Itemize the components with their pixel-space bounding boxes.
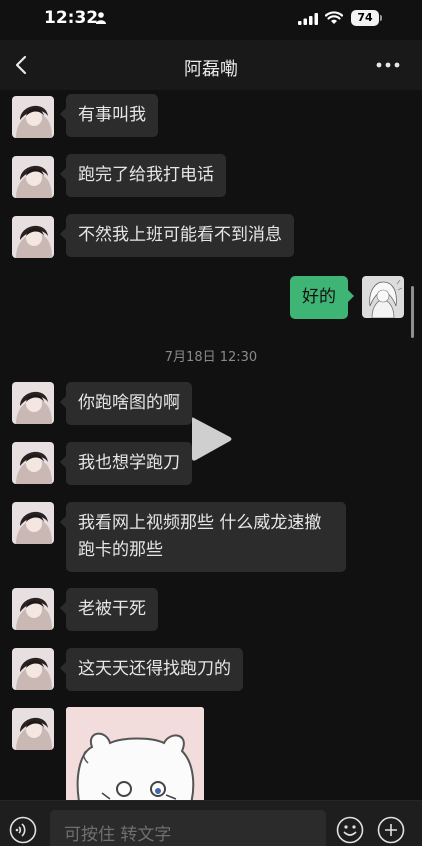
contact-avatar[interactable] xyxy=(12,216,54,258)
sticker-image[interactable] xyxy=(66,707,204,800)
nav-bar: 阿磊嘞 xyxy=(0,40,422,90)
contact-avatar[interactable] xyxy=(12,588,54,630)
status-bar: 12:32 74 xyxy=(0,0,422,40)
play-icon[interactable] xyxy=(188,414,234,464)
battery-tip xyxy=(380,15,382,21)
contact-avatar[interactable] xyxy=(12,382,54,424)
message-bubble[interactable]: 不然我上班可能看不到消息 xyxy=(60,214,294,257)
plus-icon[interactable] xyxy=(377,816,405,844)
message-bubble[interactable]: 我也想学跑刀 xyxy=(60,442,192,485)
contact-avatar[interactable] xyxy=(12,442,54,484)
wifi-icon xyxy=(325,11,343,24)
my-avatar[interactable] xyxy=(362,276,404,318)
message-list[interactable]: 有事叫我 跑完了给我打电话 不然我上班可能看不到消息 好的 7月18日 12:3… xyxy=(0,90,422,800)
scroll-indicator[interactable] xyxy=(411,286,414,338)
more-icon[interactable] xyxy=(376,62,400,68)
message-bubble[interactable]: 这天天还得找跑刀的 xyxy=(60,648,243,691)
signal-icon xyxy=(298,13,318,25)
message-bubble[interactable]: 有事叫我 xyxy=(60,94,158,137)
input-bar: 可按住 转文字 xyxy=(0,800,422,846)
emoji-icon[interactable] xyxy=(336,816,364,844)
status-time: 12:32 xyxy=(44,8,99,28)
message-bubble[interactable]: 跑完了给我打电话 xyxy=(60,154,226,197)
message-bubble-outgoing[interactable]: 好的 xyxy=(290,276,354,319)
chat-title: 阿磊嘞 xyxy=(184,59,238,80)
message-bubble[interactable]: 你跑啥图的啊 xyxy=(60,382,192,425)
person-icon xyxy=(96,12,106,24)
contact-avatar[interactable] xyxy=(12,708,54,750)
message-bubble[interactable]: 我看网上视频那些 什么威龙速撤 跑卡的那些 xyxy=(60,502,346,572)
contact-avatar[interactable] xyxy=(12,648,54,690)
message-timestamp: 7月18日 12:30 xyxy=(164,350,258,365)
message-bubble[interactable]: 老被干死 xyxy=(60,588,158,631)
contact-avatar[interactable] xyxy=(12,96,54,138)
message-input[interactable]: 可按住 转文字 xyxy=(50,810,326,846)
contact-avatar[interactable] xyxy=(12,156,54,198)
chat-screen: 12:32 74 阿磊嘞 有事叫我 跑完了给我打电话 不然我上班可能看不到消息 … xyxy=(0,0,422,846)
voice-icon[interactable] xyxy=(9,816,37,844)
battery-indicator: 74 xyxy=(351,10,379,26)
contact-avatar[interactable] xyxy=(12,502,54,544)
